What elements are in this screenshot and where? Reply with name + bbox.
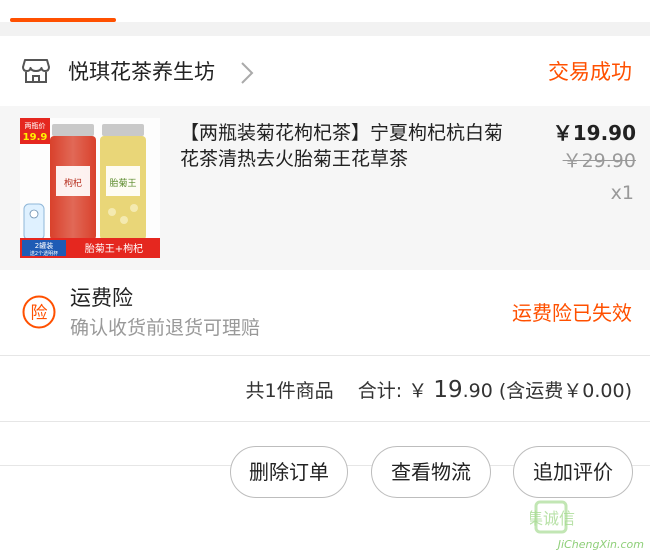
order-summary: 共1件商品 合计: ￥ 19.90 (含运费￥0.00) [0, 356, 650, 422]
total-integer: 19 [433, 377, 463, 403]
add-review-button[interactable]: 追加评价 [513, 446, 633, 498]
product-image: 枸杞 胎菊王 两瓶价 19.9 2罐装 送2个透明杯 胎菊王+枸杞 [20, 118, 160, 258]
insurance-status: 运费险已失效 [512, 301, 632, 325]
insurance-subtitle: 确认收货前退货可理赔 [70, 317, 261, 339]
current-price: ￥19.90 [552, 121, 636, 145]
total-decimal: .90 [462, 380, 493, 402]
quantity: x1 [610, 182, 634, 204]
original-price: ￥29.90 [562, 150, 636, 172]
shop-header[interactable]: 悦琪花茶养生坊 交易成功 [0, 36, 650, 106]
thumb-bottom-sub: 送2个透明杯 [30, 250, 58, 257]
store-icon [22, 59, 50, 83]
active-tab-indicator [10, 18, 116, 22]
insurance-icon-char: 险 [31, 304, 48, 324]
item-count: 共1件商品 [245, 380, 334, 402]
watermark: 集诚信 JiChengXin.com [527, 498, 648, 552]
jar-left-label: 枸杞 [64, 177, 82, 189]
thumb-bottom-right: 胎菊王+枸杞 [85, 242, 143, 255]
total-label: 合计: [357, 380, 409, 402]
view-logistics-button[interactable]: 查看物流 [371, 446, 491, 498]
thumb-bottom-left: 2罐装 [35, 241, 53, 250]
insurance-title: 运费险 [70, 286, 133, 310]
total-currency: ￥ [408, 380, 428, 402]
chevron-right-icon[interactable] [238, 60, 256, 86]
order-status: 交易成功 [548, 60, 632, 84]
tab-bar [0, 0, 650, 22]
shop-name[interactable]: 悦琪花茶养生坊 [68, 58, 215, 86]
watermark-logo: 集诚信 [527, 500, 575, 534]
promo-label: 两瓶价 [25, 121, 46, 130]
product-title[interactable]: 【两瓶装菊花枸杞茶】宁夏枸杞杭白菊花茶清热去火胎菊王花草茶 [180, 120, 520, 172]
watermark-text: JiChengXin.com [557, 538, 644, 551]
delete-order-button[interactable]: 删除订单 [230, 446, 348, 498]
insurance-icon: 险 [22, 295, 56, 329]
watermark-mark: 集诚信 [530, 509, 575, 528]
summary-text: 共1件商品 合计: ￥ 19.90 (含运费￥0.00) [246, 376, 632, 405]
product-thumbnail[interactable]: 枸杞 胎菊王 两瓶价 19.9 2罐装 送2个透明杯 胎菊王+枸杞 [20, 118, 160, 258]
shipping-insurance-row[interactable]: 险 运费险 确认收货前退货可理赔 运费险已失效 [0, 270, 650, 356]
order-item[interactable]: 枸杞 胎菊王 两瓶价 19.9 2罐装 送2个透明杯 胎菊王+枸杞 【两瓶装菊花… [0, 106, 650, 270]
promo-price: 19.9 [23, 132, 48, 143]
shipping-fee: (含运费￥0.00) [498, 380, 632, 402]
jar-right-label: 胎菊王 [109, 177, 136, 189]
